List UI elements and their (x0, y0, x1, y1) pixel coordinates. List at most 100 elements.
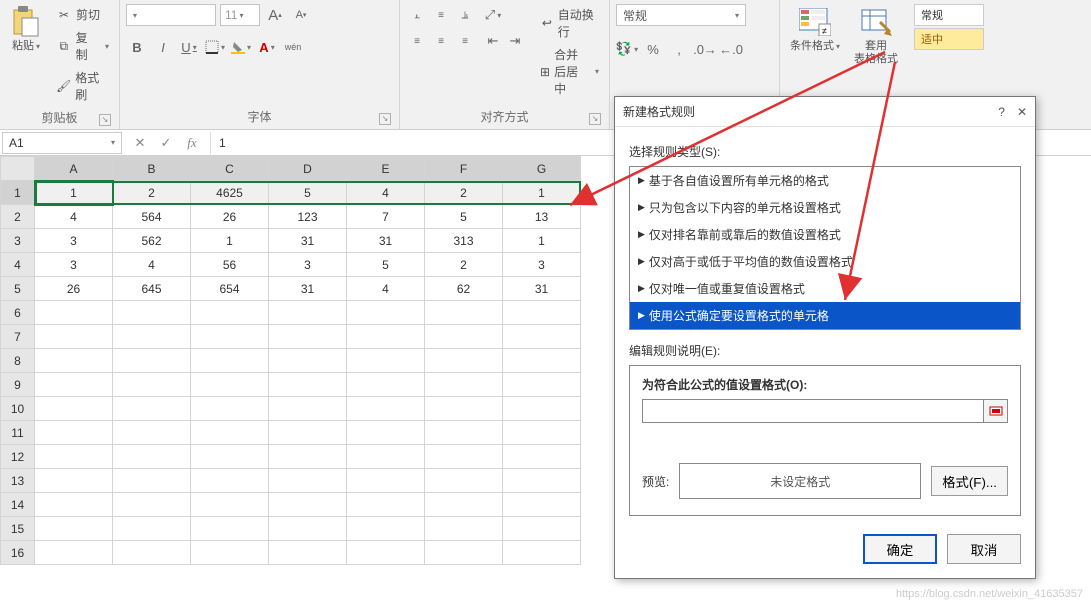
rule-formula-input[interactable] (642, 399, 984, 423)
cell[interactable] (425, 325, 503, 349)
cell[interactable] (35, 373, 113, 397)
cell[interactable] (347, 373, 425, 397)
font-launcher[interactable]: ↘ (379, 113, 391, 125)
cell[interactable]: 1 (35, 181, 113, 205)
cell[interactable] (35, 301, 113, 325)
cell[interactable] (503, 517, 581, 541)
row-header[interactable]: 7 (1, 325, 35, 349)
cell[interactable] (503, 373, 581, 397)
cell[interactable] (347, 301, 425, 325)
cell[interactable] (503, 541, 581, 565)
cell[interactable] (191, 373, 269, 397)
cell[interactable] (269, 493, 347, 517)
cell[interactable] (425, 517, 503, 541)
format-button[interactable]: 格式(F)... (931, 466, 1008, 496)
border-button[interactable]: ▾ (204, 36, 226, 58)
indent-increase[interactable]: ⇥ (504, 30, 526, 52)
cell[interactable] (503, 349, 581, 373)
cell[interactable] (269, 349, 347, 373)
row-header[interactable]: 14 (1, 493, 35, 517)
row-header[interactable]: 10 (1, 397, 35, 421)
cell[interactable] (425, 445, 503, 469)
font-family-select[interactable]: ▾ (126, 4, 216, 26)
cell[interactable] (425, 301, 503, 325)
cell[interactable]: 2 (425, 253, 503, 277)
cell[interactable] (113, 325, 191, 349)
copy-button[interactable]: ⧉复制▾ (52, 27, 113, 65)
rule-type-item[interactable]: ▶仅对唯一值或重复值设置格式 (630, 275, 1020, 302)
increase-decimal[interactable]: .0→ (694, 38, 716, 60)
cell[interactable]: 645 (113, 277, 191, 301)
font-size-select[interactable]: 11▾ (220, 4, 260, 26)
cell[interactable] (191, 541, 269, 565)
cell[interactable] (347, 349, 425, 373)
align-top[interactable]: ⫠ (406, 4, 428, 26)
confirm-entry-button[interactable]: ✓ (154, 132, 178, 154)
ok-button[interactable]: 确定 (863, 534, 937, 564)
indent-decrease[interactable]: ⇤ (482, 30, 504, 52)
align-right[interactable]: ≡ (454, 30, 476, 52)
italic-button[interactable]: I (152, 36, 174, 58)
cell[interactable] (35, 541, 113, 565)
cell[interactable] (425, 421, 503, 445)
select-all-corner[interactable] (1, 157, 35, 181)
align-middle[interactable]: ≡ (430, 4, 452, 26)
cell[interactable] (347, 325, 425, 349)
row-header[interactable]: 9 (1, 373, 35, 397)
cell[interactable] (113, 541, 191, 565)
column-header[interactable]: F (425, 157, 503, 181)
font-color-button[interactable]: A▾ (256, 36, 278, 58)
cell[interactable]: 4 (113, 253, 191, 277)
cell[interactable]: 2 (113, 181, 191, 205)
rule-type-item[interactable]: ▶使用公式确定要设置格式的单元格 (630, 302, 1020, 329)
row-header[interactable]: 4 (1, 253, 35, 277)
align-center[interactable]: ≡ (430, 30, 452, 52)
cell[interactable]: 13 (503, 205, 581, 229)
cell[interactable]: 5 (269, 181, 347, 205)
cell[interactable] (347, 517, 425, 541)
cell[interactable] (113, 349, 191, 373)
cell[interactable] (113, 493, 191, 517)
cell[interactable]: 31 (347, 229, 425, 253)
help-button[interactable]: ? (998, 105, 1005, 119)
cell[interactable]: 4 (347, 181, 425, 205)
cell[interactable]: 56 (191, 253, 269, 277)
cell[interactable] (269, 373, 347, 397)
row-header[interactable]: 12 (1, 445, 35, 469)
cell[interactable] (269, 517, 347, 541)
cell[interactable] (269, 469, 347, 493)
cell[interactable]: 31 (269, 229, 347, 253)
decrease-decimal[interactable]: ←.0 (720, 38, 742, 60)
cell[interactable] (191, 421, 269, 445)
cell[interactable] (347, 493, 425, 517)
cell[interactable] (347, 445, 425, 469)
cell[interactable] (191, 517, 269, 541)
cell[interactable] (35, 421, 113, 445)
close-button[interactable]: ✕ (1017, 105, 1027, 119)
cell[interactable] (347, 397, 425, 421)
column-header[interactable]: A (35, 157, 113, 181)
cell[interactable] (35, 469, 113, 493)
insert-function-button[interactable]: fx (180, 132, 204, 154)
cell[interactable]: 562 (113, 229, 191, 253)
row-header[interactable]: 5 (1, 277, 35, 301)
cell[interactable]: 654 (191, 277, 269, 301)
grow-font-button[interactable]: A▴ (264, 4, 286, 26)
cell[interactable] (425, 397, 503, 421)
format-painter-button[interactable]: 🖌格式刷 (52, 67, 113, 105)
number-format-select[interactable]: 常规▾ (616, 4, 746, 26)
cell[interactable]: 1 (503, 229, 581, 253)
cell[interactable] (35, 517, 113, 541)
cell[interactable]: 4 (35, 205, 113, 229)
cell[interactable] (113, 397, 191, 421)
cell[interactable]: 5 (425, 205, 503, 229)
cell[interactable] (191, 301, 269, 325)
orientation-button[interactable]: ⤢▾ (482, 4, 504, 26)
style-good[interactable]: 适中 (914, 28, 984, 50)
row-header[interactable]: 6 (1, 301, 35, 325)
cell[interactable] (191, 493, 269, 517)
cell[interactable] (113, 373, 191, 397)
cell[interactable] (35, 445, 113, 469)
cell[interactable] (191, 325, 269, 349)
cell[interactable] (347, 469, 425, 493)
